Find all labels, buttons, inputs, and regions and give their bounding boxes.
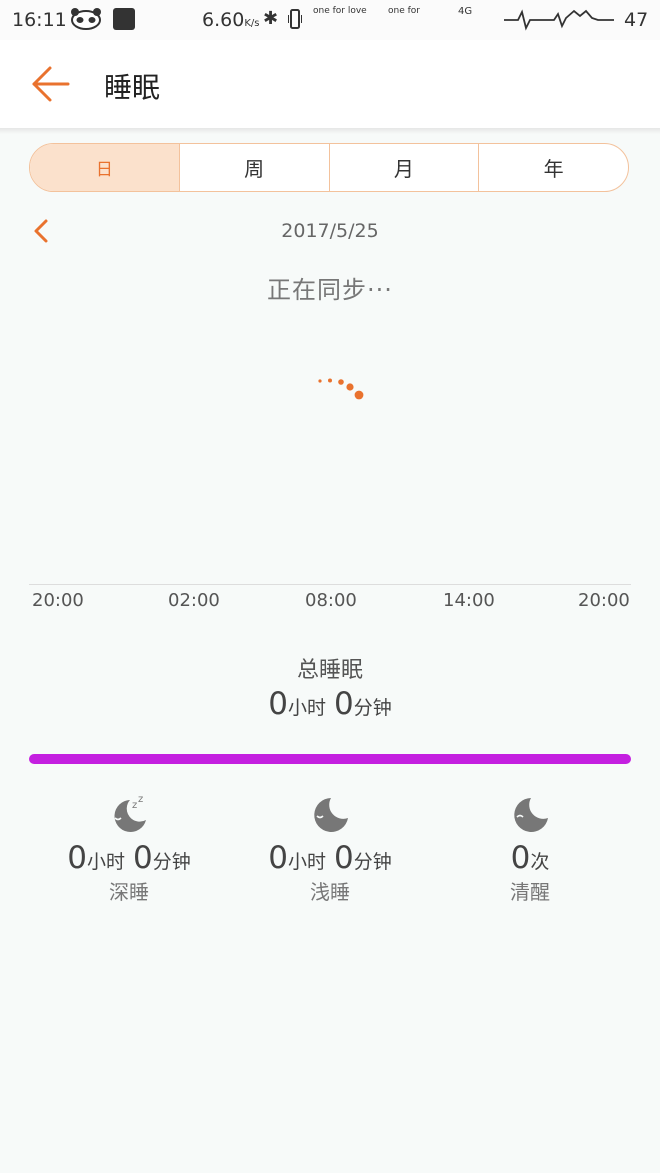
signal-label: 4G	[458, 6, 473, 17]
axis-tick: 20:00	[32, 590, 84, 611]
header-divider	[0, 128, 660, 134]
light-sleep-icon	[314, 798, 348, 832]
awake-value: 0次	[430, 840, 630, 876]
loading-spinner-icon	[318, 378, 364, 400]
total-hours: 0	[268, 686, 288, 722]
status-bar: 16:11 6.60K/s ✱ one for love one for 4G …	[0, 0, 660, 40]
sleep-progress-bar	[29, 754, 631, 764]
battery-level: 47	[624, 9, 649, 31]
timeline-axis	[29, 584, 631, 585]
light-sleep-hours: 0	[268, 840, 288, 876]
light-sleep-hours-unit: 小时	[287, 851, 326, 873]
network-speed-value: 6.60	[202, 9, 245, 31]
light-sleep-minutes: 0	[334, 840, 354, 876]
svg-text:z: z	[132, 800, 137, 811]
back-arrow-icon[interactable]	[30, 64, 72, 104]
notification-icon	[113, 8, 135, 30]
total-minutes-unit: 分钟	[353, 697, 392, 719]
awake-count-unit: 次	[530, 851, 550, 873]
sync-status: 正在同步···	[267, 276, 393, 304]
tab-week[interactable]: 周	[178, 144, 329, 191]
awake-icon	[514, 798, 548, 832]
axis-tick: 08:00	[305, 590, 357, 611]
deep-sleep-minutes-unit: 分钟	[152, 851, 191, 873]
tab-month[interactable]: 月	[328, 144, 479, 191]
network-speed: 6.60K/s	[202, 9, 259, 31]
axis-tick: 14:00	[443, 590, 495, 611]
axis-tick: 02:00	[168, 590, 220, 611]
deep-sleep-icon: z z	[114, 794, 146, 832]
total-sleep-label: 总睡眠	[296, 658, 363, 683]
status-time: 16:11	[12, 9, 67, 31]
carrier-label-2: one for	[388, 6, 420, 16]
total-sleep-value: 0小时 0分钟	[0, 686, 660, 722]
bluetooth-icon: ✱	[263, 8, 279, 29]
total-minutes: 0	[334, 686, 354, 722]
awake-label: 清醒	[510, 880, 550, 904]
deep-sleep-hours-unit: 小时	[86, 851, 125, 873]
tab-year[interactable]: 年	[478, 144, 628, 191]
axis-tick: 20:00	[578, 590, 630, 611]
panda-icon	[71, 8, 101, 30]
awake-count: 0	[510, 840, 531, 876]
light-sleep-value: 0小时 0分钟	[230, 840, 430, 876]
light-sleep-label: 浅睡	[310, 880, 350, 904]
carrier-label-1: one for love	[313, 6, 367, 16]
total-hours-unit: 小时	[287, 697, 326, 719]
tab-day[interactable]: 日	[30, 144, 179, 191]
light-sleep-stat: 0小时 0分钟 浅睡	[230, 792, 430, 905]
deep-sleep-stat: z z 0小时 0分钟 深睡	[29, 792, 229, 905]
page-title: 睡眠	[104, 71, 161, 104]
vibrate-icon	[288, 9, 302, 29]
timeline-labels: 20:00 02:00 08:00 14:00 20:00	[29, 590, 631, 614]
svg-text:z: z	[138, 794, 143, 805]
deep-sleep-label: 深睡	[109, 880, 149, 904]
date-label: 2017/5/25	[281, 220, 379, 242]
light-sleep-minutes-unit: 分钟	[353, 851, 392, 873]
network-speed-unit: K/s	[244, 18, 260, 29]
heartbeat-icon	[504, 9, 614, 31]
deep-sleep-minutes: 0	[133, 840, 153, 876]
deep-sleep-value: 0小时 0分钟	[29, 840, 229, 876]
app-header: 睡眠	[0, 40, 660, 128]
period-tabs: 日 周 月 年	[29, 143, 629, 192]
awake-stat: 0次 清醒	[430, 792, 630, 905]
deep-sleep-hours: 0	[67, 840, 87, 876]
